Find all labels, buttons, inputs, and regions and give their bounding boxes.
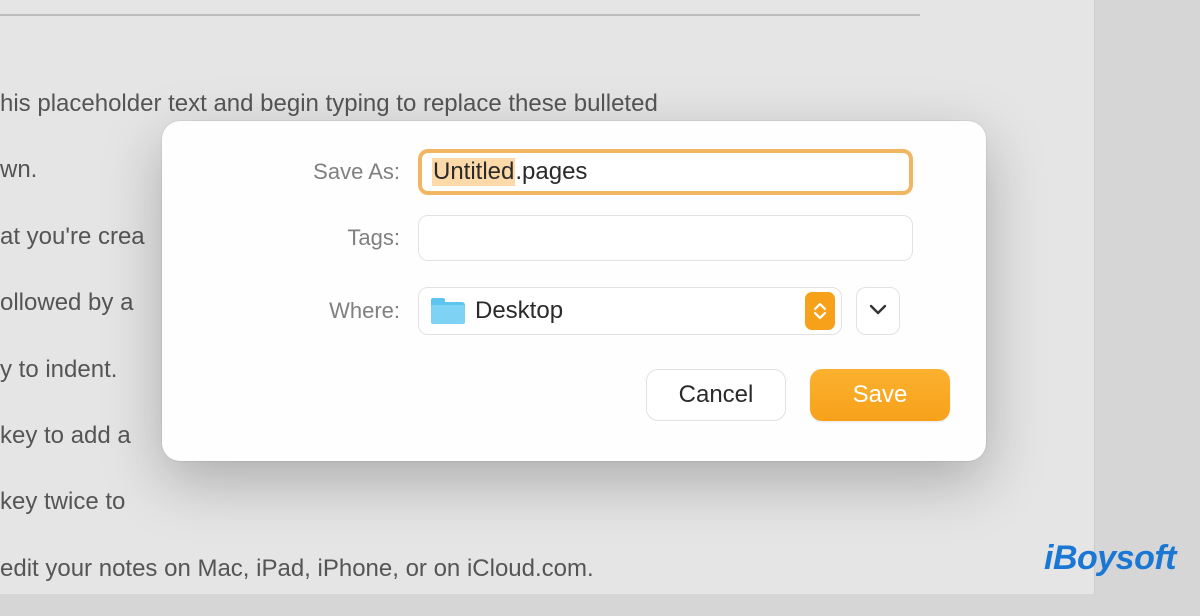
cancel-button[interactable]: Cancel — [646, 369, 786, 421]
divider — [0, 14, 920, 16]
folder-icon — [431, 298, 465, 324]
chevron-down-icon — [869, 302, 887, 320]
save-dialog: Save As: Untitled.pages Tags: Where: Des… — [162, 121, 986, 461]
save-as-label: Save As: — [198, 159, 418, 185]
doc-line: edit your notes on Mac, iPad, iPhone, or… — [0, 550, 658, 588]
where-value: Desktop — [475, 297, 563, 325]
tags-label: Tags: — [198, 225, 418, 251]
expand-button[interactable] — [856, 287, 900, 335]
where-select[interactable]: Desktop — [418, 287, 842, 335]
filename-extension: .pages — [515, 158, 587, 186]
updown-stepper-icon — [805, 292, 835, 330]
save-button[interactable]: Save — [810, 369, 950, 421]
doc-line: his placeholder text and begin typing to… — [0, 85, 658, 123]
watermark-logo: iBoysoft — [1044, 539, 1176, 578]
save-as-input[interactable]: Untitled.pages — [418, 149, 913, 195]
filename-selected: Untitled — [432, 158, 515, 186]
doc-line: key twice to — [0, 483, 658, 521]
tags-input[interactable] — [418, 215, 913, 261]
where-label: Where: — [198, 298, 418, 324]
